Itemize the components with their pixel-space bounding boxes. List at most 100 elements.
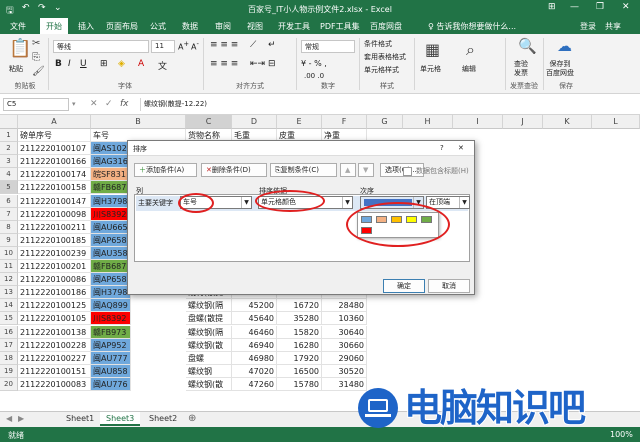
- column-header[interactable]: J: [503, 115, 543, 129]
- cell-b[interactable]: 闽AQ899: [91, 299, 131, 313]
- save-to-baidu-button[interactable]: 保存到 百度网盘: [546, 60, 574, 78]
- cell-b[interactable]: 皖SF831: [91, 168, 131, 182]
- editing-button[interactable]: 编辑: [462, 64, 476, 74]
- ribbon-display-options-icon[interactable]: ⊞: [548, 2, 556, 12]
- cell-d[interactable]: 45640: [232, 312, 277, 326]
- cell-e[interactable]: 16280: [277, 338, 322, 352]
- cell-a[interactable]: 2112220100125: [18, 299, 91, 313]
- next-sheet-icon[interactable]: ▶: [16, 412, 26, 426]
- row-header[interactable]: 15: [0, 312, 18, 326]
- formula-input[interactable]: 螺纹钢(散提-12.22): [140, 98, 636, 111]
- cell-b[interactable]: 闽AU777: [91, 351, 131, 365]
- cell-c[interactable]: 螺纹钢(散: [186, 338, 232, 352]
- minimize-button[interactable]: —: [570, 2, 579, 12]
- row-header[interactable]: 2: [0, 142, 18, 156]
- cells-button[interactable]: 单元格: [420, 64, 441, 74]
- row-header[interactable]: 3: [0, 155, 18, 169]
- cell-d[interactable]: 46980: [232, 351, 277, 365]
- cell-a[interactable]: 2112220100151: [18, 364, 91, 378]
- baidu-cloud-icon[interactable]: ☁: [557, 37, 572, 55]
- undo-icon[interactable]: ↶: [22, 3, 30, 13]
- row-header[interactable]: 5: [0, 181, 18, 195]
- cell-f[interactable]: 29060: [322, 351, 367, 365]
- tab-baidu-pan[interactable]: 百度网盘: [370, 21, 402, 32]
- save-icon[interactable]: 🖫: [6, 3, 14, 19]
- column-header[interactable]: H: [403, 115, 453, 129]
- cancel-icon[interactable]: ✕: [90, 99, 98, 109]
- cell-e[interactable]: 16720: [277, 299, 322, 313]
- tab-data[interactable]: 数据: [182, 21, 198, 32]
- cell-e[interactable]: 17920: [277, 351, 322, 365]
- sheet-tab-sheet1[interactable]: Sheet1: [60, 412, 100, 426]
- cell-a[interactable]: 2112220100186: [18, 286, 91, 300]
- name-box[interactable]: C5: [3, 98, 69, 111]
- cell-e[interactable]: 15820: [277, 325, 322, 339]
- cells-icon[interactable]: ▦: [425, 40, 440, 59]
- cell-a[interactable]: 2112220100201: [18, 260, 91, 273]
- tab-page-layout[interactable]: 页面布局: [106, 21, 138, 32]
- column-header[interactable]: F: [322, 115, 367, 129]
- cell-b[interactable]: 闽AG316: [91, 155, 131, 169]
- bold-icon[interactable]: B: [55, 59, 62, 69]
- cell-f[interactable]: 30640: [322, 325, 367, 339]
- row-header[interactable]: 17: [0, 338, 18, 352]
- cell-a[interactable]: 2112220100105: [18, 312, 91, 326]
- row-header[interactable]: 13: [0, 286, 18, 300]
- shrink-font-icon[interactable]: A-: [191, 40, 199, 52]
- column-header[interactable]: K: [543, 115, 592, 129]
- cell-d[interactable]: 47260: [232, 377, 277, 391]
- cell-c[interactable]: 螺纹钢: [186, 364, 232, 378]
- sheet-tab-sheet3[interactable]: Sheet3: [100, 412, 141, 426]
- decimal-icon[interactable]: .00 .0: [304, 72, 324, 80]
- copy-icon[interactable]: ⎘: [32, 52, 40, 63]
- row-header[interactable]: 19: [0, 364, 18, 378]
- cell-a[interactable]: 2112220100138: [18, 325, 91, 339]
- cell-c[interactable]: 螺纹钢(隔: [186, 299, 232, 313]
- font-name-select[interactable]: 等线: [53, 40, 149, 53]
- redo-icon[interactable]: ↷: [38, 3, 46, 13]
- row-header[interactable]: 14: [0, 299, 18, 313]
- cell-b[interactable]: 闽AU665: [91, 220, 131, 234]
- cell-b[interactable]: 闽H3798: [91, 286, 131, 300]
- enter-icon[interactable]: ✓: [105, 99, 113, 109]
- cell-b[interactable]: 闽H3798: [91, 194, 131, 208]
- cell-f[interactable]: 10360: [322, 312, 367, 326]
- dialog-close-icon[interactable]: ✕: [458, 144, 464, 152]
- restore-button[interactable]: ❐: [596, 2, 604, 12]
- cell-e[interactable]: 15780: [277, 377, 322, 391]
- row-header[interactable]: 20: [0, 377, 18, 391]
- cell-a[interactable]: 2112220100166: [18, 155, 91, 169]
- tab-file[interactable]: 文件: [10, 21, 26, 32]
- cell-b[interactable]: 闽AP952: [91, 338, 131, 352]
- cell-a[interactable]: 2112220100239: [18, 246, 91, 260]
- row-header[interactable]: 10: [0, 246, 18, 260]
- prev-sheet-icon[interactable]: ◀: [4, 412, 14, 426]
- border-icon[interactable]: ⊞: [100, 59, 108, 69]
- header-cell[interactable]: 磅单序号: [18, 129, 91, 142]
- column-header[interactable]: E: [277, 115, 322, 129]
- font-color-icon[interactable]: A: [138, 59, 144, 69]
- cell-b[interactable]: 赣FB687: [91, 181, 131, 195]
- cell-b[interactable]: 赣FB687: [91, 260, 131, 273]
- underline-icon[interactable]: U: [80, 59, 87, 69]
- column-header[interactable]: C: [186, 115, 232, 129]
- cell-e[interactable]: 35280: [277, 312, 322, 326]
- format-painter-icon[interactable]: 🖌: [32, 66, 45, 77]
- cell-d[interactable]: 47020: [232, 364, 277, 378]
- cell-b[interactable]: 闽AU776: [91, 377, 131, 391]
- cell-a[interactable]: 2112220100107: [18, 142, 91, 156]
- column-header[interactable]: D: [232, 115, 277, 129]
- invoice-check-icon[interactable]: 🔍: [518, 37, 537, 55]
- number-format-select[interactable]: 常规: [301, 40, 355, 53]
- cell-e[interactable]: 16500: [277, 364, 322, 378]
- tab-view[interactable]: 视图: [247, 21, 263, 32]
- ok-button[interactable]: 确定: [383, 279, 425, 293]
- font-size-select[interactable]: 11: [151, 40, 175, 53]
- column-header[interactable]: I: [453, 115, 503, 129]
- cell-a[interactable]: 2112220100227: [18, 351, 91, 365]
- add-level-button[interactable]: ＋添加条件(A): [134, 163, 197, 177]
- cell-a[interactable]: 2112220100158: [18, 181, 91, 195]
- row-header[interactable]: 18: [0, 351, 18, 365]
- cell-b[interactable]: 川S8392: [91, 312, 131, 326]
- cell-styles-button[interactable]: 单元格样式: [364, 65, 399, 75]
